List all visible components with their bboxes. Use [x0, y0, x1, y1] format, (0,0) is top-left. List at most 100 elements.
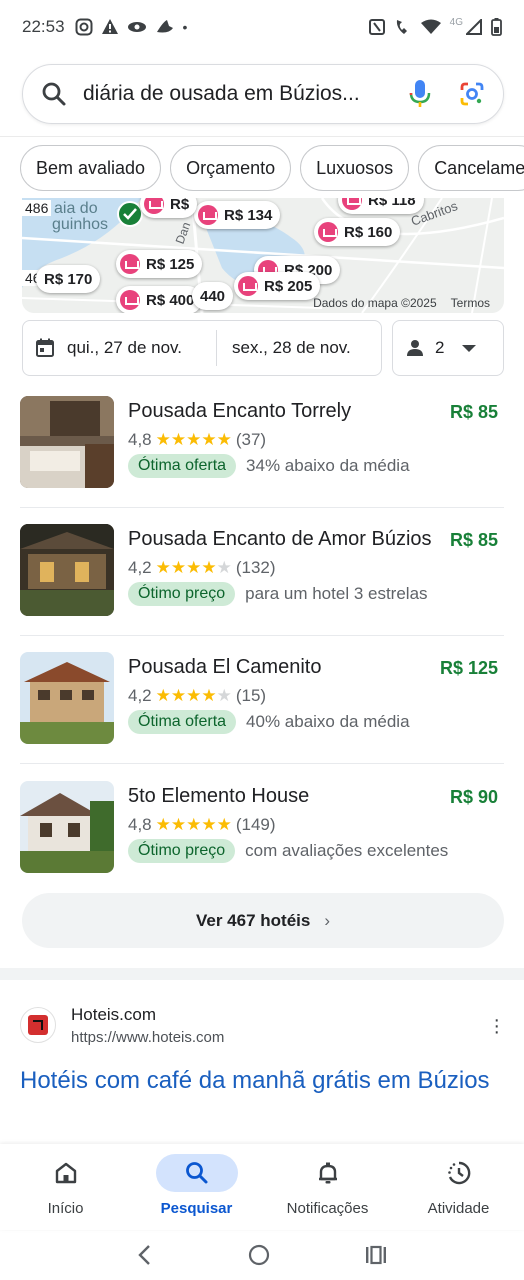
hotel-rating: 4,2 ★★★★★ (15): [128, 686, 266, 706]
bell-icon: [318, 1162, 337, 1184]
history-icon: [447, 1161, 470, 1185]
hotel-price: R$ 85: [449, 402, 498, 422]
result-site-name[interactable]: Hoteis.com: [71, 1005, 156, 1025]
result-url[interactable]: https://www.hoteis.com: [71, 1029, 224, 1046]
hotel-card[interactable]: Pousada Encanto Torrely R$ 85 4,8 ★★★★★ …: [0, 396, 524, 524]
search-bar[interactable]: diária de ousada em Búzios...: [22, 64, 504, 124]
map-label-486: 486: [22, 200, 52, 216]
result-title-link[interactable]: Hotéis com café da manhã grátis em Búzio…: [20, 1065, 490, 1097]
hotel-deal: Ótima oferta 40% abaixo da média: [128, 710, 410, 734]
hotel-name[interactable]: Pousada Encanto de Amor Búzios: [128, 528, 432, 551]
map-pin[interactable]: R$ 134: [194, 201, 281, 229]
chip-cancellation[interactable]: Cancelame: [418, 145, 524, 191]
map-pin[interactable]: R$ 125: [116, 250, 203, 278]
map-pin-price: R$ 125: [146, 255, 195, 273]
hotel-icon: [198, 205, 218, 225]
nav-label: Atividade: [427, 1200, 490, 1217]
nav-activity[interactable]: Atividade: [393, 1144, 524, 1230]
map-pin[interactable]: R$ 400: [116, 286, 203, 313]
hotel-card[interactable]: Pousada Encanto de Amor Búzios R$ 85 4,2…: [0, 524, 524, 652]
review-count: (132): [235, 558, 276, 577]
map-label-ossos: guinhos: [52, 216, 109, 233]
dot-icon: •: [182, 19, 188, 35]
hotel-card[interactable]: 5to Elemento House R$ 90 4,8 ★★★★★ (149)…: [0, 781, 524, 909]
battery-icon: [491, 18, 502, 36]
home-circle-icon[interactable]: [248, 1244, 270, 1266]
nav-search[interactable]: Pesquisar: [131, 1144, 262, 1230]
bottom-navigation: Início Pesquisar Notificações Atividade: [0, 1144, 524, 1230]
map-pin[interactable]: 440: [192, 282, 234, 310]
hotel-map[interactable]: aia do guinhos 486 46 Cabritos Dan R$ 13…: [22, 198, 504, 313]
home-icon: [55, 1162, 76, 1184]
map-terms-link[interactable]: Termos: [451, 296, 490, 310]
deal-badge: Ótima oferta: [128, 710, 237, 734]
hotel-deal: Ótimo preço com avaliações excelentes: [128, 839, 448, 863]
deal-note: 40% abaixo da média: [246, 712, 410, 731]
search-icon: [185, 1162, 207, 1184]
date-picker[interactable]: qui., 27 de nov. sex., 28 de nov.: [22, 320, 382, 376]
more-options-icon[interactable]: · · ·: [493, 1010, 500, 1042]
nav-icon-container: [287, 1154, 369, 1192]
deal-note: 34% abaixo da média: [246, 456, 410, 475]
checkout-date[interactable]: sex., 28 de nov.: [217, 338, 351, 358]
hotel-card[interactable]: Pousada El Camenito R$ 125 4,2 ★★★★★ (15…: [0, 652, 524, 780]
hotel-name[interactable]: Pousada Encanto Torrely: [128, 400, 351, 423]
star-rating-icon: ★★★★★: [155, 558, 232, 577]
hotel-photo: [20, 524, 114, 616]
deal-badge: Ótimo preço: [128, 839, 236, 863]
review-count: (149): [235, 815, 276, 834]
star-rating-icon: ★★★★★: [155, 430, 232, 449]
map-pin[interactable]: R$: [140, 198, 198, 218]
hotel-price: R$ 90: [449, 787, 498, 807]
hotel-photo: [20, 396, 114, 488]
hotel-name[interactable]: Pousada El Camenito: [128, 656, 321, 679]
instagram-icon: [75, 18, 93, 36]
hotel-price: R$ 125: [439, 658, 498, 678]
review-count: (15): [235, 686, 267, 705]
hotel-name[interactable]: 5to Elemento House: [128, 785, 309, 808]
map-pin-price: R$ 160: [344, 223, 393, 241]
hotel-price: R$ 85: [449, 530, 498, 550]
view-all-label: Ver 467 hotéis: [195, 910, 311, 930]
divider: [0, 136, 524, 137]
nfc-icon: [368, 19, 385, 35]
divider: [20, 763, 504, 764]
rating-value: 4,8: [128, 815, 152, 834]
view-all-hotels-button[interactable]: Ver 467 hotéis ›: [22, 893, 504, 948]
chip-top-rated[interactable]: Bem avaliado: [20, 145, 162, 191]
map-credit: Dados do mapa ©2025 Termos: [299, 296, 490, 310]
nav-notifications[interactable]: Notificações: [262, 1144, 393, 1230]
status-time: 22:53: [22, 17, 65, 36]
nav-label: Início: [47, 1200, 84, 1217]
nav-label: Notificações: [286, 1200, 369, 1217]
map-pin-price: R$ 400: [146, 291, 195, 309]
hotel-icon: [238, 276, 258, 296]
nav-icon-container: [155, 1154, 238, 1192]
wifi-call-icon: [396, 20, 407, 34]
map-pin[interactable]: R$ 170: [36, 265, 101, 293]
map-pin[interactable]: R$ 118: [338, 198, 424, 214]
star-rating-icon: ★★★★★: [155, 686, 232, 705]
hotel-icon: [342, 198, 362, 210]
checkin-date[interactable]: qui., 27 de nov.: [23, 330, 217, 366]
map-pin[interactable]: R$ 160: [314, 218, 401, 246]
map-pin-price: R$ 118: [368, 198, 416, 209]
map-pin-price: R$: [170, 198, 190, 213]
wifi-icon: [420, 19, 441, 34]
nav-icon-container: [25, 1154, 107, 1192]
guests-selector[interactable]: 2: [392, 320, 504, 376]
microphone-icon[interactable]: [409, 79, 431, 109]
search-icon: [42, 82, 66, 106]
chip-budget[interactable]: Orçamento: [170, 145, 292, 191]
filter-chips: Bem avaliado Orçamento Luxuosos Cancelam…: [20, 145, 524, 191]
recent-apps-icon[interactable]: [365, 1245, 387, 1265]
map-pin-price: R$ 205: [264, 277, 313, 295]
deal-badge: Ótimo preço: [128, 582, 236, 606]
nav-home[interactable]: Início: [0, 1144, 131, 1230]
google-lens-icon[interactable]: [459, 81, 485, 107]
eye-icon: [127, 22, 146, 32]
chip-luxury[interactable]: Luxuosos: [300, 145, 410, 191]
search-query[interactable]: diária de ousada em Búzios...: [83, 82, 409, 106]
back-icon[interactable]: [137, 1244, 153, 1266]
map-pin-price: 440: [200, 287, 226, 305]
